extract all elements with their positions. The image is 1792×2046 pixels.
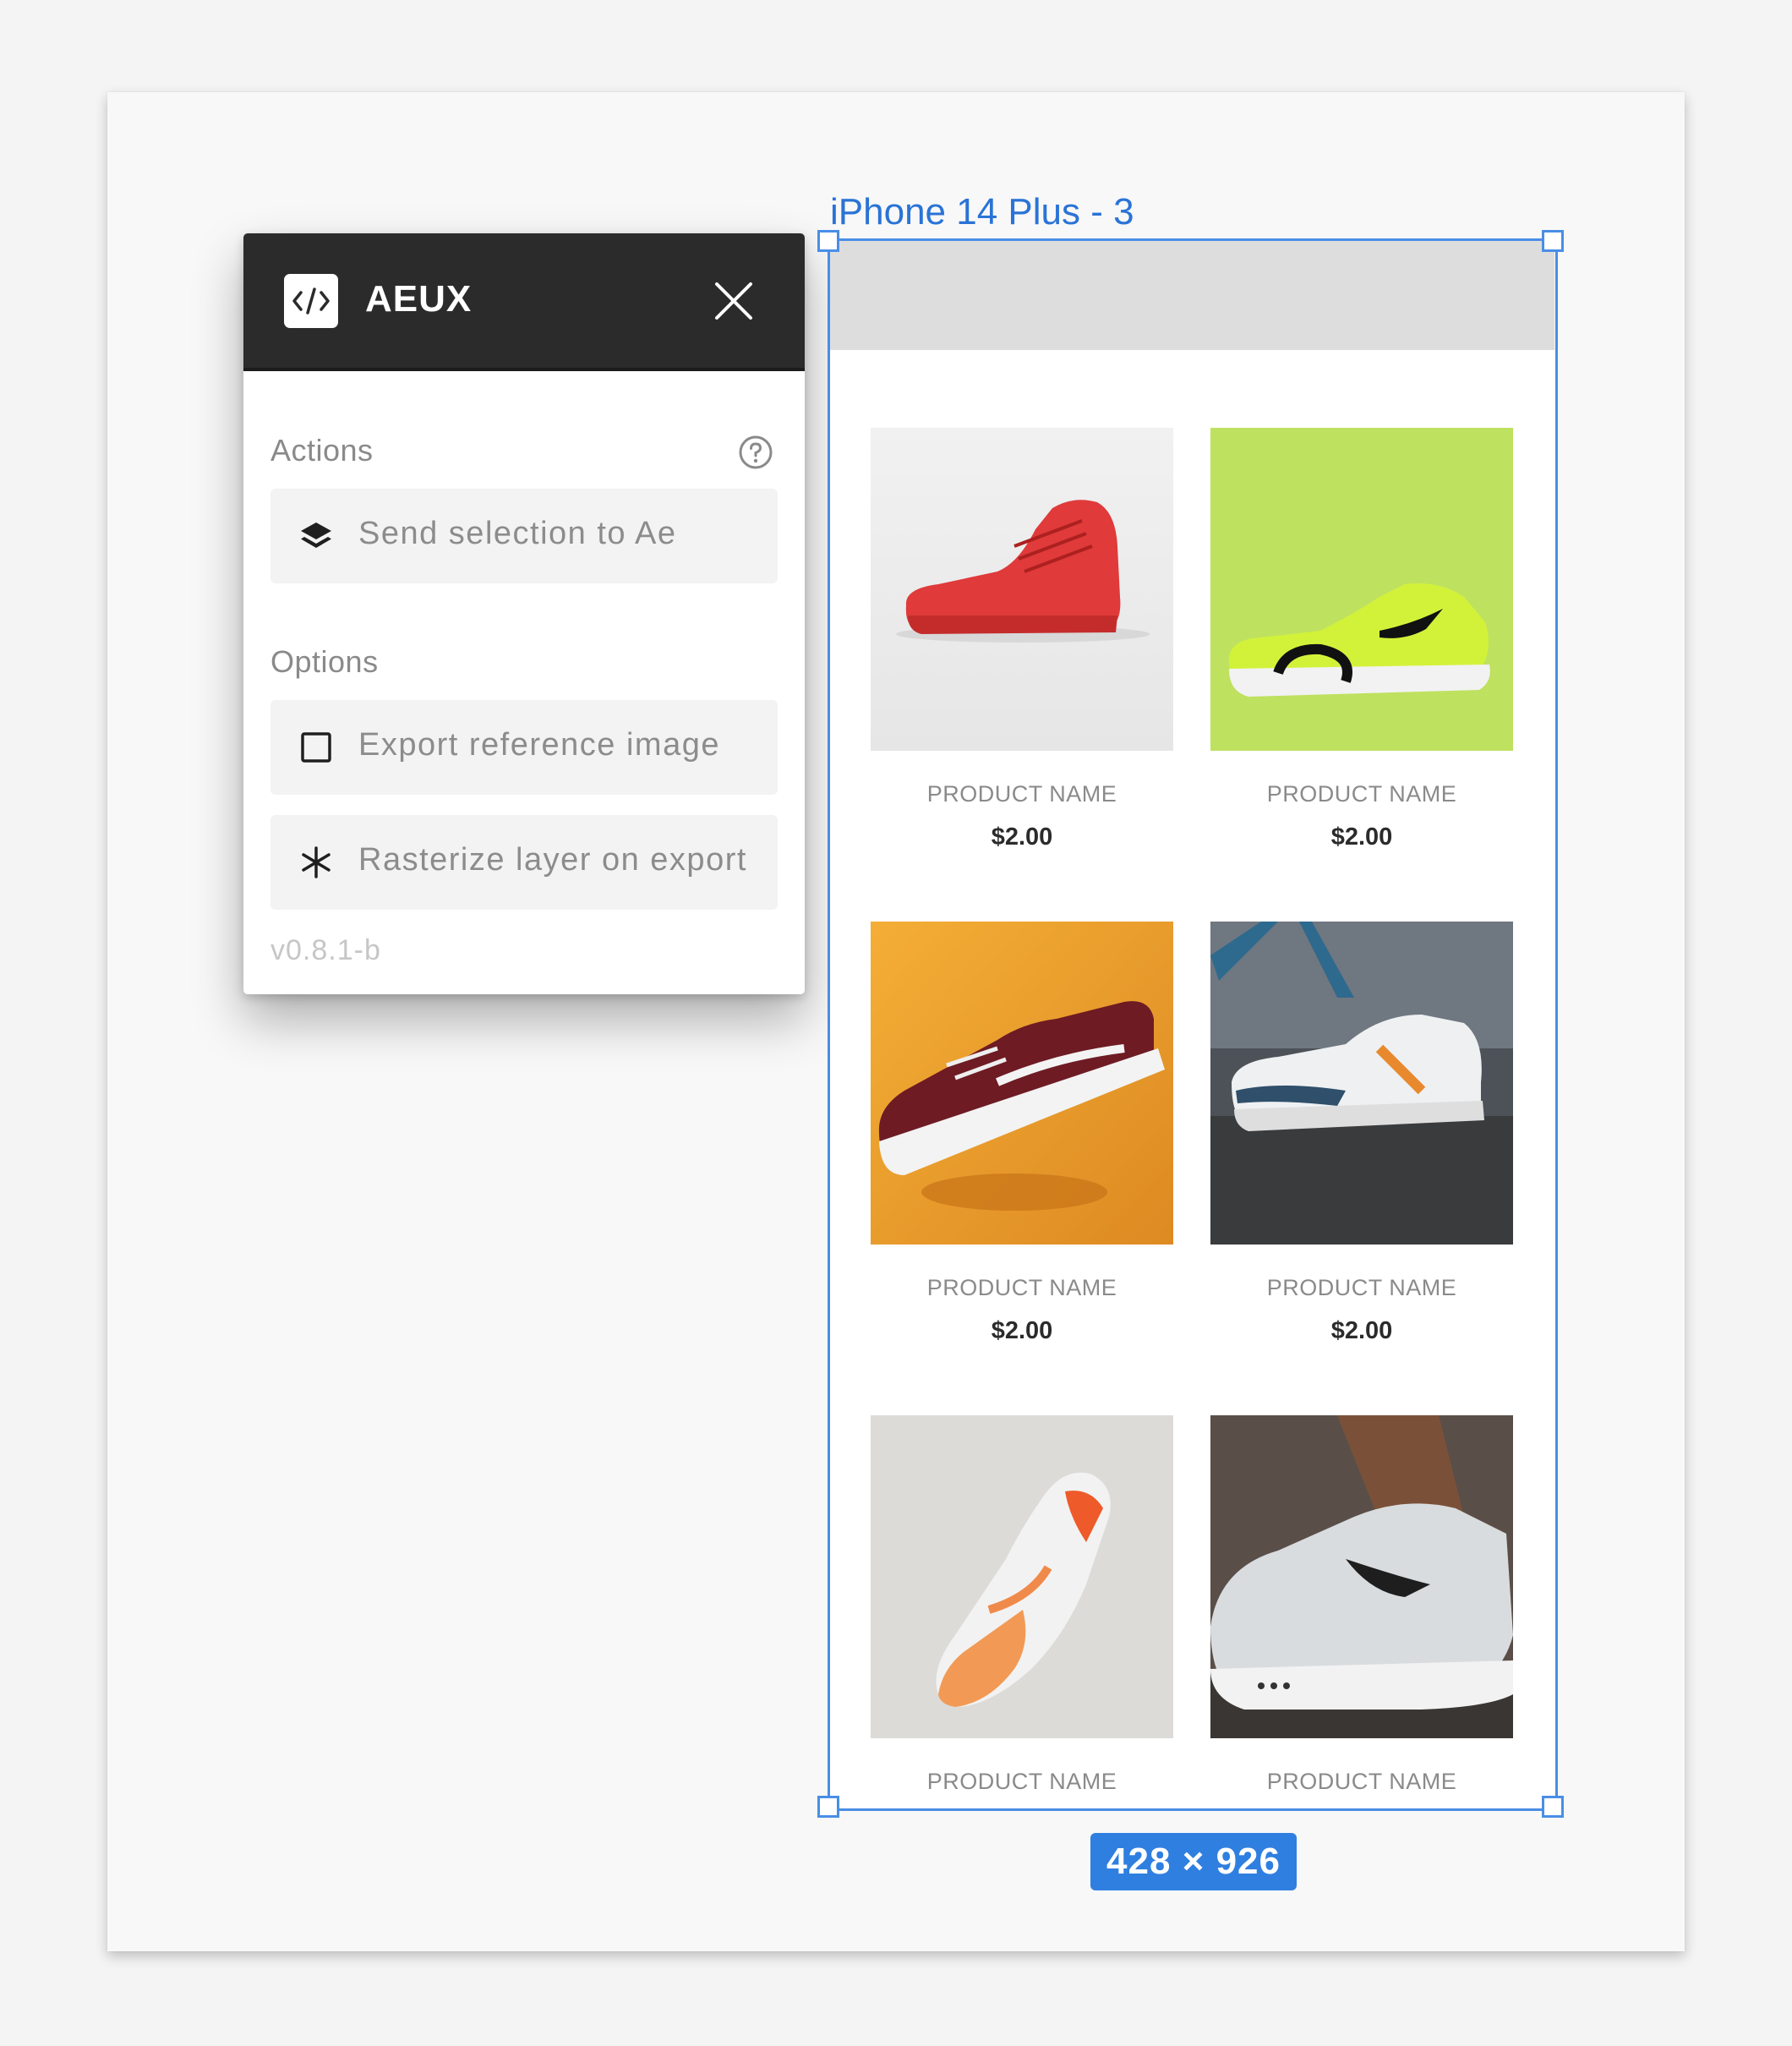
product-name: PRODUCT NAME [1266,781,1457,807]
product-price: $2.00 [1330,823,1393,851]
artboard-name[interactable]: iPhone 14 Plus - 3 [830,191,1134,233]
product-image [871,1415,1173,1738]
product-name: PRODUCT NAME [1266,1769,1457,1794]
close-icon[interactable] [707,274,761,328]
asterisk-icon [299,845,333,879]
product-price: $2.00 [991,823,1053,851]
product-card[interactable]: PRODUCT NAME $2.00 [871,428,1173,851]
product-image [1210,1415,1513,1738]
rasterize-button[interactable]: Rasterize layer on export [270,815,778,910]
version-text: v0.8.1-b [270,934,381,966]
layers-icon [299,519,333,553]
panel-title: AEUX [365,278,473,320]
export-reference-checkbox[interactable]: Export reference image [270,700,778,795]
product-name: PRODUCT NAME [926,1769,1117,1794]
rasterize-label: Rasterize layer on export [358,842,747,878]
product-card[interactable]: PRODUCT NAME $2.00 [1210,922,1513,1344]
resize-handle-bottom-right[interactable] [1542,1796,1564,1818]
checkbox-empty-icon [299,730,333,764]
resize-handle-bottom-left[interactable] [817,1796,839,1818]
status-bar-placeholder [829,240,1554,350]
product-image [871,428,1173,751]
help-icon[interactable] [738,435,773,474]
product-card[interactable]: PRODUCT NAME $2.00 [1210,428,1513,851]
product-card[interactable]: PRODUCT NAME [871,1415,1173,1794]
product-card[interactable]: PRODUCT NAME $2.00 [871,922,1173,1344]
product-price: $2.00 [991,1317,1053,1344]
resize-handle-top-right[interactable] [1542,230,1564,252]
options-label: Options [270,644,379,679]
aeux-plugin-panel: AEUX Actions Send selection to Ae Option… [243,233,805,994]
resize-handle-top-left[interactable] [817,230,839,252]
product-name: PRODUCT NAME [1266,1275,1457,1300]
send-selection-label: Send selection to Ae [358,516,677,551]
product-price: $2.00 [1330,1317,1393,1344]
send-selection-button[interactable]: Send selection to Ae [270,489,778,583]
artboard[interactable]: PRODUCT NAME $2.00 PRODUCT NAME $2.00 PR… [829,240,1554,1808]
product-name: PRODUCT NAME [926,781,1117,807]
code-brackets-icon [284,274,338,328]
product-image [1210,428,1513,751]
product-image [1210,922,1513,1245]
panel-header: AEUX [243,233,805,371]
actions-label: Actions [270,433,374,468]
product-card[interactable]: PRODUCT NAME [1210,1415,1513,1794]
product-name: PRODUCT NAME [926,1275,1117,1300]
product-image [871,922,1173,1245]
dimensions-badge: 428 × 926 [1090,1833,1297,1890]
export-reference-label: Export reference image [358,727,720,763]
